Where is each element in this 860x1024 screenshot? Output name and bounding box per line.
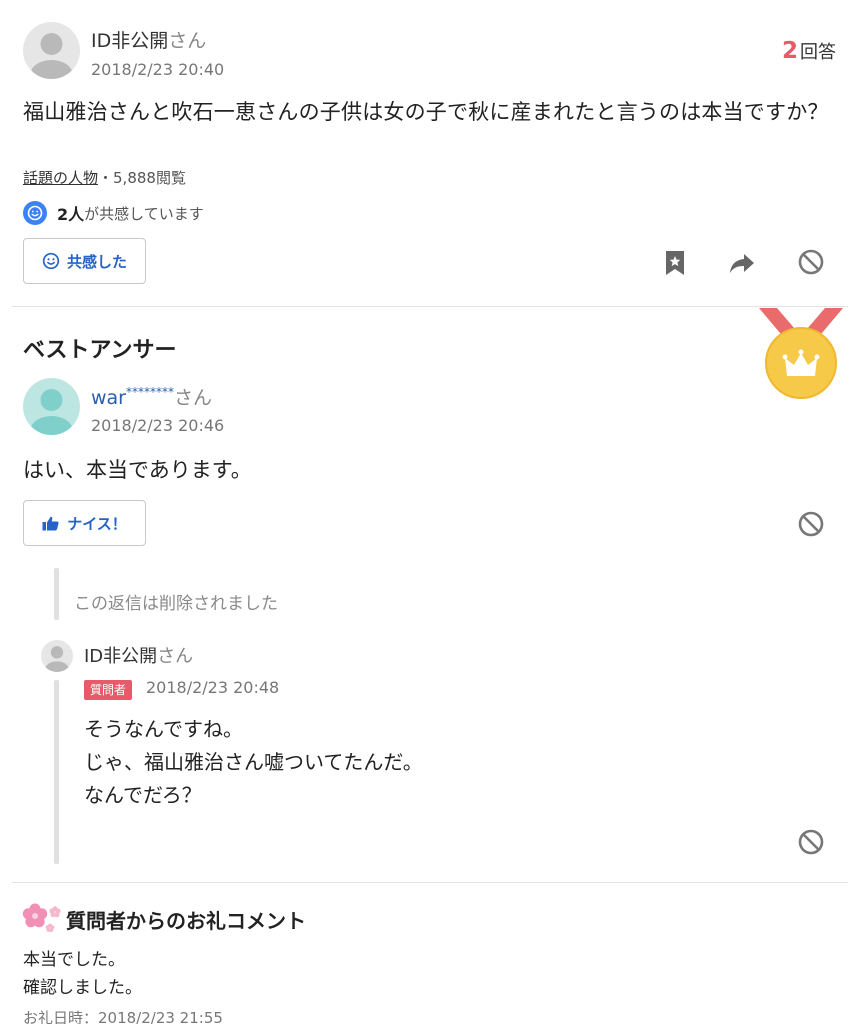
asker-badge: 質問者 [84,680,133,700]
empathy-button[interactable]: 共感した [23,238,146,284]
reply-thread-line [54,680,59,864]
thanks-body-line: 確認しました。 [23,978,142,998]
section-divider [12,882,848,883]
thanks-date: お礼日時：2018/2/23 21:55 [23,1009,223,1024]
report-icon [798,249,824,275]
question-user[interactable]: ID非公開さん [91,26,206,53]
reply-user-name[interactable]: ID非公開 [84,646,157,667]
thumbs-up-icon [42,516,59,531]
category-link[interactable]: 話題の人物 [23,169,98,187]
reply-date: 2018/2/23 20:48 [146,678,280,697]
question-meta: 話題の人物・5,888閲覧 [23,167,186,188]
answer-count-label: 回答 [800,42,836,63]
share-button[interactable] [727,248,757,278]
medal-icon [755,306,847,402]
reply-body-line: なんでだろ？ [84,783,202,807]
answer-date: 2018/2/23 20:46 [91,416,225,435]
deleted-reply-thread-line [54,568,59,620]
report-button[interactable] [796,509,826,539]
nice-button-label: ナイス！ [67,514,127,533]
question-date: 2018/2/23 20:40 [91,60,225,79]
question-body: 福山雅治さんと吹石一恵さんの子供は女の子で秋に産まれたと言うのは本当ですか？ [23,100,829,124]
report-button[interactable] [796,827,826,857]
reply-user-honorific: さん [157,646,194,667]
answer-count-number: 2 [781,38,798,64]
empathy-count: 2人 [57,205,85,224]
answer-count[interactable]: 2 回答 [782,38,836,64]
report-icon [798,511,824,537]
report-button[interactable] [796,247,826,277]
reply-user[interactable]: ID非公開さん [84,642,193,668]
empathy-summary: 2人 が共感しています [23,201,204,225]
nice-button[interactable]: ナイス！ [23,500,146,546]
answer-user-name[interactable]: war [91,387,126,409]
reply-avatar [41,640,73,672]
user-avatar-icon [23,378,80,435]
sakura-icon [22,902,62,934]
answer-avatar [23,378,80,435]
bookmark-button[interactable] [660,248,690,278]
empathy-text: が共感しています [84,204,204,223]
answer-user-honorific: さん [174,387,213,409]
bookmark-icon [666,251,684,275]
question-avatar [23,22,80,79]
report-icon [798,829,824,855]
smile-icon [42,252,60,270]
section-divider [12,306,848,307]
thanks-body-line: 本当でした。 [23,950,125,970]
share-icon [730,254,754,273]
question-user-honorific: さん [168,30,207,52]
empathy-button-label: 共感した [66,252,127,271]
thanks-title: 質問者からのお礼コメント [66,909,306,933]
best-answer-title: ベストアンサー [23,338,177,363]
reply-body-line: そうなんですね。 [84,717,243,741]
smile-icon [23,201,47,225]
answer-user-mask: ******** [126,385,174,399]
answer-user[interactable]: war********さん [91,383,212,410]
deleted-reply-text: この返信は削除されました [74,594,278,614]
answer-body: はい、本当であります。 [23,458,252,482]
reply-body-line: じゃ、福山雅治さん嘘ついてたんだ。 [84,750,423,774]
user-avatar-icon [23,22,80,79]
user-avatar-icon [41,640,73,672]
view-count: ・5,888閲覧 [98,169,186,187]
question-user-name[interactable]: ID非公開 [91,30,168,52]
